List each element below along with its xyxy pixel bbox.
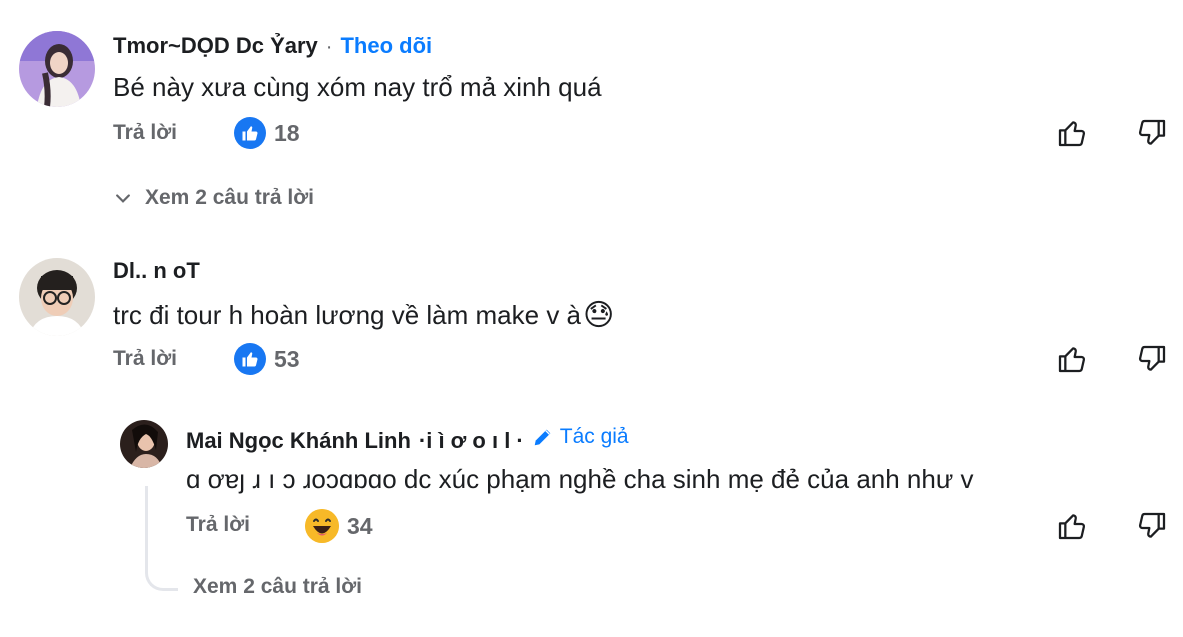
chevron-down-icon xyxy=(116,194,130,203)
thumbs-up-icon[interactable] xyxy=(1055,342,1089,376)
comment-header: Mai Ngọc Khánh Linh ·i ì ơ o ı l · Tác g… xyxy=(186,425,629,454)
avatar-image xyxy=(120,420,168,468)
reaction-count: 18 xyxy=(274,120,300,146)
author-name[interactable]: Mai Ngọc Khánh Linh xyxy=(186,428,411,454)
thumbs-down-icon[interactable] xyxy=(1135,509,1169,543)
avatar[interactable] xyxy=(19,258,95,336)
author-badge-label: Tác giả xyxy=(559,425,629,448)
avatar-image xyxy=(19,31,95,107)
comment-text: trc đi tour h hoàn lương về làm make v à xyxy=(113,300,581,330)
thumbs-down-icon[interactable] xyxy=(1135,342,1169,376)
thumbs-up-icon[interactable] xyxy=(1055,509,1089,543)
comment-text-row: ɑ ơɐȷ ɹ ı ɔ ɹoɔɑɒɑo dc xúc phạm nghề cha… xyxy=(186,464,973,495)
like-icon xyxy=(234,117,266,149)
reaction-count: 53 xyxy=(274,346,300,372)
comment-text-prefix: ɑ ơɐȷ ɹ ı ɔ ɹoɔɑɒɑ xyxy=(186,464,383,494)
avatar[interactable] xyxy=(19,31,95,107)
avatar[interactable] xyxy=(120,420,168,468)
comment-header: Tmor~DỌD Dc Ỷary · Theo dõi xyxy=(113,33,432,59)
follow-button[interactable]: Theo dõi xyxy=(340,33,432,59)
thumbs-down-icon[interactable] xyxy=(1135,116,1169,150)
view-replies-label: Xem 2 câu trả lời xyxy=(145,186,315,209)
author-name[interactable]: Dl.. n oT xyxy=(113,258,200,284)
view-replies-label: Xem 2 câu trả lời xyxy=(193,575,363,598)
comment-text: o dc xúc phạm nghề cha sinh mẹ đẻ của an… xyxy=(382,464,974,494)
avatar-image xyxy=(19,258,95,336)
reply-button[interactable]: Trả lời xyxy=(186,513,250,537)
author-badge: Tác giả xyxy=(532,425,629,449)
view-replies-button[interactable]: Xem 2 câu trả lời xyxy=(193,575,362,599)
comment-text: Bé này xưa cùng xóm nay trổ mả xinh quá xyxy=(113,72,602,102)
pencil-icon xyxy=(534,429,551,446)
reaction-count: 34 xyxy=(347,513,373,539)
thread-line xyxy=(145,486,178,591)
separator-dot: · xyxy=(325,36,333,58)
sweat-emoji: 😓 xyxy=(583,299,615,332)
like-icon xyxy=(234,343,266,375)
author-name[interactable]: Tmor~DỌD Dc Ỷary xyxy=(113,33,318,59)
reply-button[interactable]: Trả lời xyxy=(113,121,177,145)
comment-text-row: trc đi tour h hoàn lương về làm make v à… xyxy=(113,298,614,333)
thumbs-up-icon[interactable] xyxy=(1055,116,1089,150)
haha-icon xyxy=(305,509,339,543)
view-replies-button[interactable]: Xem 2 câu trả lời xyxy=(113,186,314,210)
reply-button[interactable]: Trả lời xyxy=(113,347,177,371)
author-suffix: ·i ì ơ o ı l · xyxy=(418,428,524,453)
